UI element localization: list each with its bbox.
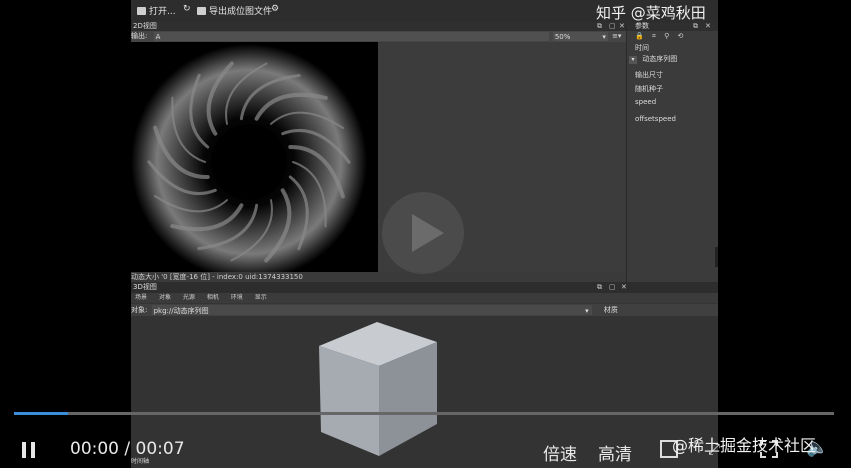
zoom-select[interactable]: 50% ▾ — [552, 32, 608, 41]
parameters-title: 参数 ⧉ ✕ — [627, 22, 718, 31]
watermark-zhihu: 知乎 @菜鸡秋田 — [596, 4, 706, 22]
chevron-down-icon: ▾ — [602, 33, 606, 41]
chevron-down-icon: ▾ — [629, 56, 637, 64]
reset-icon[interactable]: ⟲ — [678, 32, 684, 40]
watermark-juejin: @稀土掘金技术社区 — [672, 436, 817, 455]
parameters-toolbar: 🔒 ⌗ ⚲ ⟲ — [627, 32, 718, 42]
menu-scene[interactable]: 场景 — [135, 294, 147, 301]
float-icon[interactable]: ⧉ — [597, 282, 602, 293]
maximize-icon[interactable]: ▢ — [609, 282, 616, 293]
speed-button[interactable]: 倍速 — [543, 440, 577, 465]
view-2d-title-text: 2D视图 — [133, 22, 157, 30]
maximize-icon[interactable]: ▢ — [609, 22, 616, 31]
scrollbar[interactable] — [715, 247, 718, 267]
material-button[interactable]: 材质 — [604, 306, 618, 314]
view-2d-output-bar: 输出: A 50% ▾ ≡▾ — [131, 31, 626, 42]
time-display: 00:00 / 00:07 — [70, 439, 185, 459]
camera-icon — [197, 7, 206, 15]
view-menu-icon[interactable]: ≡▾ — [612, 32, 621, 40]
object-select[interactable]: pkg://动态序列图 ▾ — [151, 305, 592, 315]
prop-random-seed: 随机种子 — [635, 85, 663, 93]
prop-output-size: 输出尺寸 — [635, 71, 663, 79]
export-bitmap-button[interactable]: 导出成位图文件 — [197, 4, 272, 17]
view-3d-menu: 场景 对象 光源 相机 环境 显示 — [131, 293, 718, 303]
quality-button[interactable]: 高清 — [598, 440, 632, 465]
view-2d-status: 动态大小 '0 [宽度-16 位] - index:0 uid:13743331… — [131, 272, 626, 282]
object-label: 对象: — [131, 306, 148, 314]
menu-display[interactable]: 显示 — [255, 294, 267, 301]
lock-icon[interactable]: 🔒 — [635, 32, 644, 40]
output-label: 输出: — [131, 32, 148, 40]
view-2d-canvas[interactable] — [131, 42, 378, 272]
play-overlay-icon[interactable] — [380, 190, 466, 276]
close-icon[interactable]: ✕ — [705, 22, 711, 31]
open-button[interactable]: 打开... — [137, 4, 176, 17]
refresh-icon[interactable]: ↻ — [183, 4, 191, 14]
prop-offsetspeed: offsetspeed — [635, 115, 676, 123]
menu-camera[interactable]: 相机 — [207, 294, 219, 301]
progress-fill — [14, 412, 69, 415]
link-icon[interactable]: ⚲ — [664, 32, 669, 40]
progress-bar[interactable] — [14, 412, 834, 415]
vortex-texture — [131, 42, 378, 272]
time-label: 时间 — [635, 44, 649, 52]
settings-icon[interactable]: ⚙ — [271, 4, 279, 14]
pause-icon[interactable] — [20, 441, 38, 459]
view-3d-title: 3D视图 ⧉ ▢ ✕ — [131, 282, 718, 293]
parameters-panel: 参数 ⧉ ✕ 🔒 ⌗ ⚲ ⟲ 时间 ▾ 动态序列图 输出尺寸 随机种子 spee… — [626, 22, 718, 282]
prop-speed: speed — [635, 98, 657, 106]
filter-icon[interactable]: ⌗ — [652, 32, 656, 40]
output-select[interactable]: A — [153, 32, 549, 41]
time-total: 00:07 — [135, 439, 185, 459]
close-icon[interactable]: ✕ — [621, 282, 627, 293]
folder-icon — [137, 7, 146, 15]
object-bar: 对象: pkg://动态序列图 ▾ 材质 — [131, 304, 718, 316]
menu-object[interactable]: 对象 — [159, 294, 171, 301]
float-icon[interactable]: ⧉ — [693, 22, 698, 31]
menu-light[interactable]: 光源 — [183, 294, 195, 301]
group-header[interactable]: ▾ 动态序列图 — [629, 54, 677, 64]
float-icon[interactable]: ⧉ — [597, 22, 602, 31]
menu-environment[interactable]: 环境 — [231, 294, 243, 301]
close-icon[interactable]: ✕ — [619, 22, 625, 31]
time-current: 00:00 — [70, 439, 119, 459]
view-2d-title: 2D视图 ⧉ ▢ ✕ — [131, 22, 626, 31]
